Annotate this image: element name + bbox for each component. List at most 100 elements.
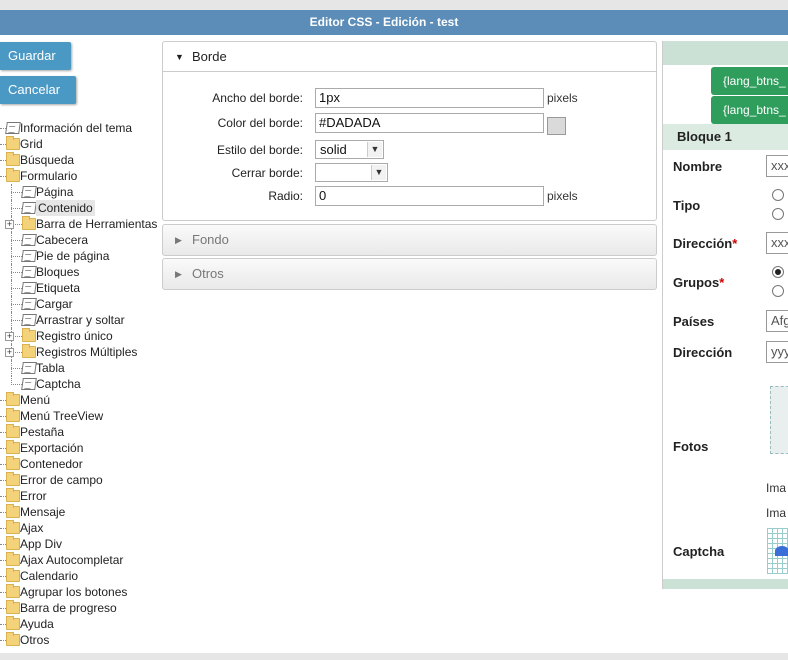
tree-item-label: Otros [20,633,50,647]
border-width-input[interactable]: 1px [315,88,544,108]
border-panel: ▼ Borde Ancho del borde: 1px pixels Colo… [162,41,657,221]
tree-item[interactable]: Arrastrar y soltar [0,312,162,328]
tree-connector [11,272,22,273]
tree-item[interactable]: Página [0,184,162,200]
tree-connector [11,288,22,289]
folder-icon [6,424,20,438]
tree-item-label: Error de campo [20,473,103,487]
tree-item[interactable]: Pestaña [0,424,162,440]
tree-item-label: Error [20,489,47,503]
color-picker-swatch[interactable] [547,117,566,135]
tree-item[interactable]: Contenedor [0,456,162,472]
preview-top-bar [663,41,788,65]
border-radius-label: Radio: [268,189,303,203]
preview-button-2[interactable]: {lang_btns_ [711,96,788,124]
preview-grupos-radio-1[interactable] [772,266,784,278]
border-panel-header[interactable]: ▼ Borde [163,42,656,72]
folder-icon [6,392,20,406]
folder-icon [6,520,20,534]
tree-item[interactable]: Búsqueda [0,152,162,168]
tree-item[interactable]: Menú TreeView [0,408,162,424]
preview-image-text-2: Ima [766,506,787,520]
expand-plus-icon[interactable]: + [5,348,14,357]
required-mark: * [719,275,725,290]
tree-item[interactable]: Tabla [0,360,162,376]
preview-grupos-radio-2[interactable] [772,285,784,297]
tree-item[interactable]: + Barra de Herramientas [0,216,162,232]
fondo-panel-header[interactable]: ▶ Fondo [163,225,656,255]
tree-item[interactable]: Error de campo [0,472,162,488]
tree-item-label: Ajax [20,521,44,535]
preview-grupos-label: Grupos* [673,275,724,290]
tree-item[interactable]: Mensaje [0,504,162,520]
tree-item[interactable]: Error [0,488,162,504]
tree-item-label: Arrastrar y soltar [36,313,125,327]
tree-item-label: Tabla [36,361,65,375]
tree-item[interactable]: Cabecera [0,232,162,248]
border-radius-unit: pixels [547,189,578,203]
otros-panel-header[interactable]: ▶ Otros [163,259,656,289]
preview-tipo-radio-2[interactable] [772,208,784,220]
otros-panel-title: Otros [192,266,224,281]
border-close-select[interactable]: ▼ [315,163,388,182]
tree-item-label: Cabecera [36,233,89,247]
tree-item[interactable]: Menú [0,392,162,408]
folder-icon [6,488,20,502]
tree-item[interactable]: Otros [0,632,162,648]
folder-icon [6,568,20,582]
folder-icon [6,632,20,646]
fondo-panel[interactable]: ▶ Fondo [162,224,657,256]
preview-tipo-radio-1[interactable] [772,189,784,201]
tree-item[interactable]: Calendario [0,568,162,584]
tree-item[interactable]: Etiqueta [0,280,162,296]
page-icon [21,378,37,390]
preview-nombre-input[interactable]: xxx [766,155,788,177]
preview-paises-label: Países [673,314,715,329]
page-icon [21,186,37,198]
tree-item[interactable]: Agrupar los botones [0,584,162,600]
preview-direccion2-label: Dirección [673,345,733,360]
tree-connector [11,384,22,385]
save-button[interactable]: Guardar [0,42,71,70]
tree-item[interactable]: Ajax Autocompletar [0,552,162,568]
tree-item[interactable]: Pie de página [0,248,162,264]
border-style-select[interactable]: solid ▼ [315,140,384,159]
expand-plus-icon[interactable]: + [5,332,14,341]
tree-item[interactable]: Cargar [0,296,162,312]
tree-item[interactable]: Exportación [0,440,162,456]
folder-icon [6,504,20,518]
tree-item-label: Registro único [36,329,113,343]
tree-item[interactable]: Formulario [0,168,162,184]
border-color-input[interactable]: #DADADA [315,113,544,133]
tree-item[interactable]: Captcha [0,376,162,392]
preview-paises-select[interactable]: Afg [766,310,788,332]
tree-item[interactable]: App Div [0,536,162,552]
expand-plus-icon[interactable]: + [5,220,14,229]
preview-grupos-text: Grupos [673,275,720,290]
top-strip [0,0,788,10]
preview-direccion-input[interactable]: xxx [766,232,788,254]
tree-item[interactable]: Barra de progreso [0,600,162,616]
cancel-button[interactable]: Cancelar [0,76,76,104]
tree-item[interactable]: Información del tema [0,120,162,136]
tree-item[interactable]: Ayuda [0,616,162,632]
tree-item[interactable]: Bloques [0,264,162,280]
tree-item[interactable]: Grid [0,136,162,152]
tree-item-label: Pestaña [20,425,65,439]
border-radius-input[interactable]: 0 [315,186,544,206]
preview-button-1[interactable]: {lang_btns_ [711,67,788,95]
window-title: Editor CSS - Edición - test [0,10,788,35]
folder-icon [6,584,20,598]
tree-item[interactable]: + Registro único [0,328,162,344]
folder-icon [6,456,20,470]
tree-item[interactable]: + Registros Múltiples [0,344,162,360]
tree-connector [11,368,22,369]
tree-connector [11,192,22,193]
preview-photo-dropzone[interactable] [770,386,788,454]
page-icon [5,122,21,134]
preview-bottom-bar [663,579,788,589]
tree-item[interactable]: Contenido [0,200,162,216]
otros-panel[interactable]: ▶ Otros [162,258,657,290]
preview-direccion2-input[interactable]: yyy [766,341,788,363]
tree-item[interactable]: Ajax [0,520,162,536]
